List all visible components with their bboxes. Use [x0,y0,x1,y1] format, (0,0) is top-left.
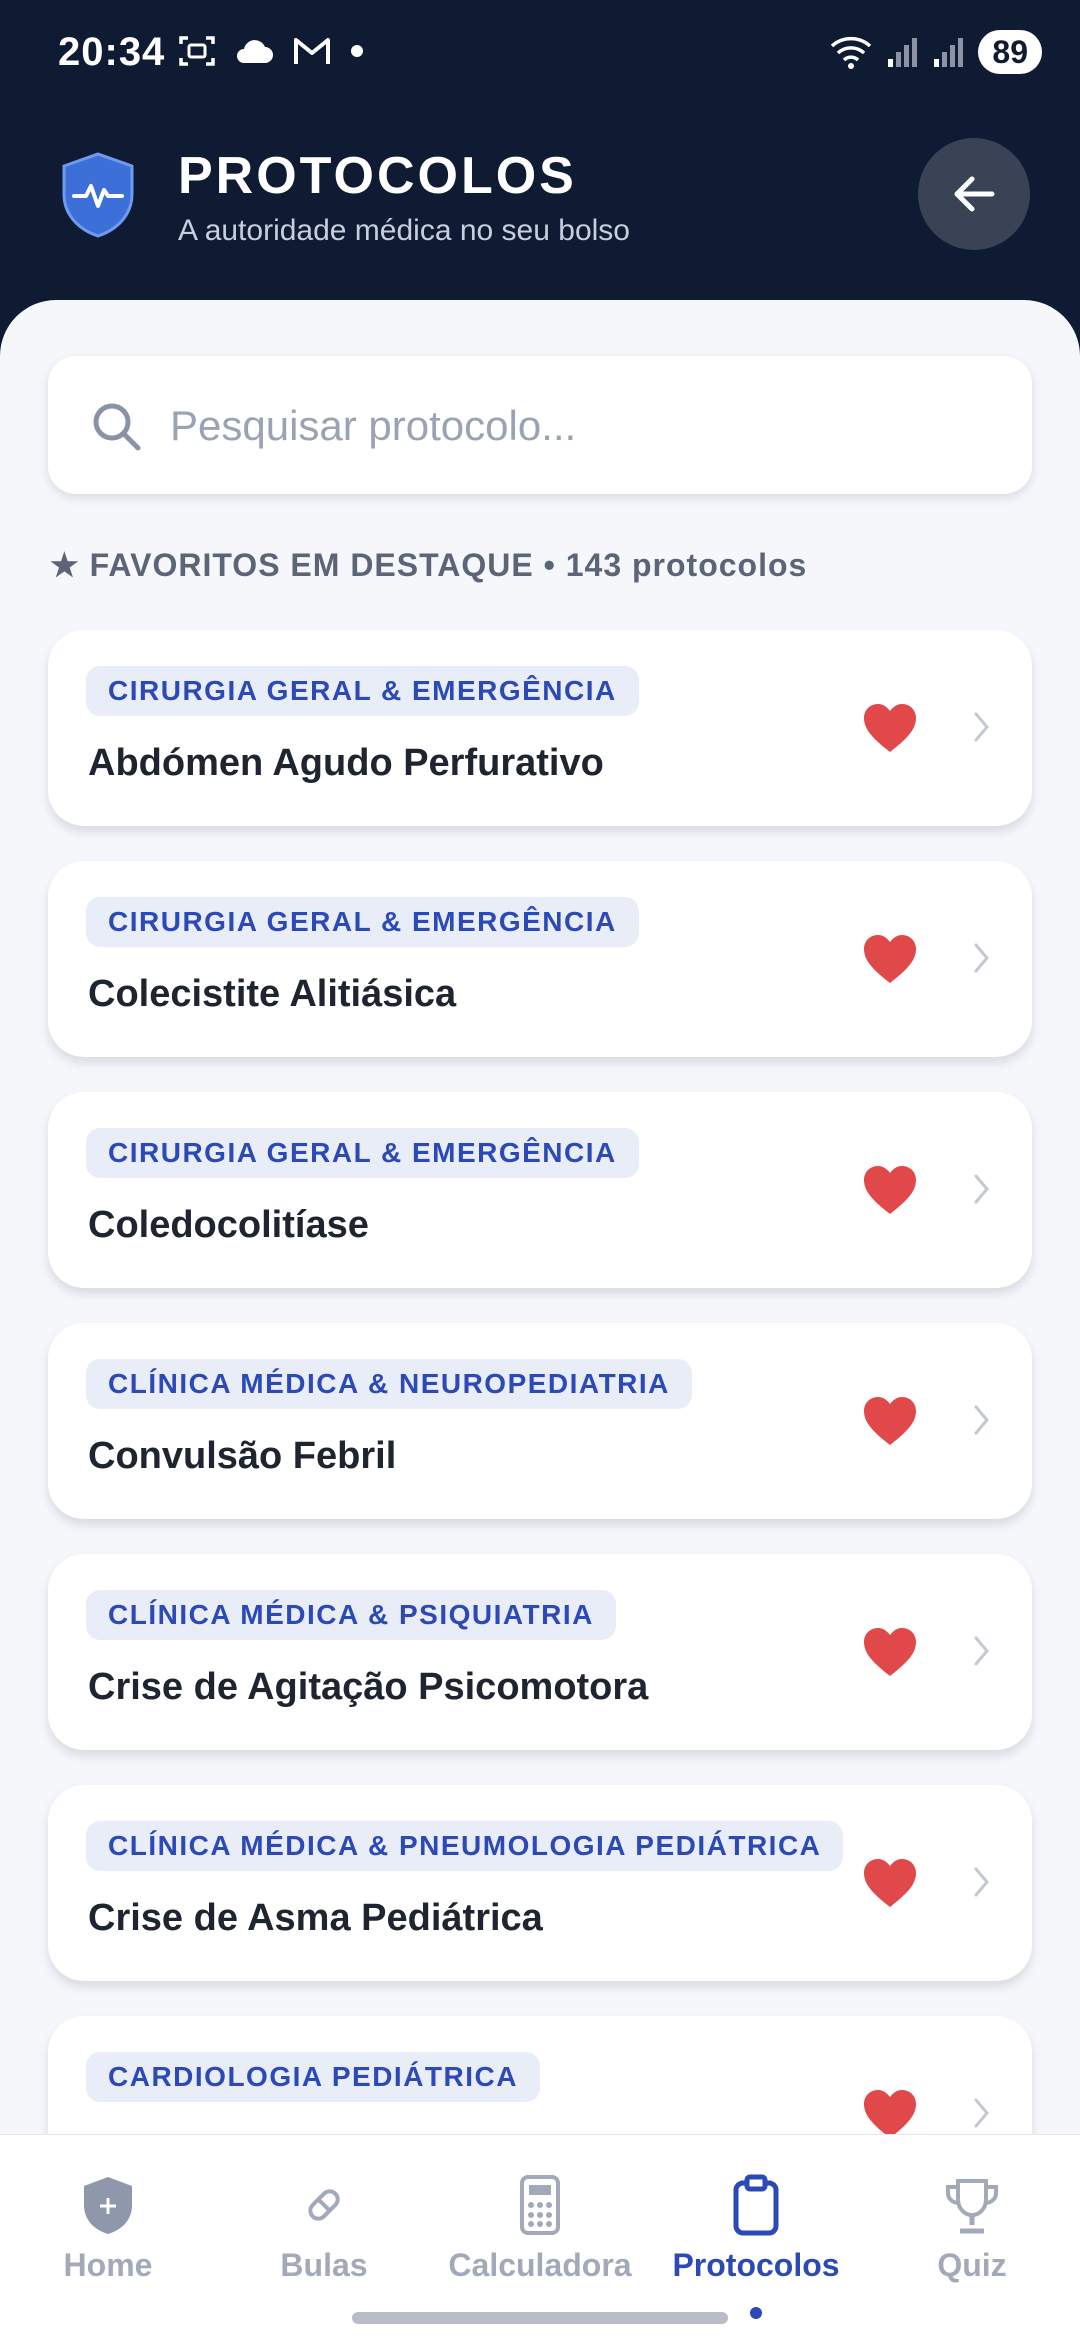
category-tag: CLÍNICA MÉDICA & PSIQUIATRIA [86,1590,616,1640]
search-icon [93,403,141,451]
category-tag: CLÍNICA MÉDICA & PNEUMOLOGIA PEDIÁTRICA [86,1821,844,1871]
category-tag: CIRURGIA GERAL & EMERGÊNCIA [86,1128,639,1178]
chevron-right-icon [974,712,989,742]
category-tag: CARDIOLOGIA PEDIÁTRICA [86,2052,540,2102]
protocol-card[interactable]: CLÍNICA MÉDICA & NEUROPEDIATRIA Convulsã… [48,1323,1032,1519]
protocol-title: Colecistite Alitiásica [88,973,457,1015]
search-input[interactable] [168,392,992,460]
chevron-right-icon [974,943,989,973]
chevron-right-icon [974,1174,989,1204]
protocol-card[interactable]: CIRURGIA GERAL & EMERGÊNCIA Colecistite … [48,861,1032,1057]
chevron-right-icon [974,1636,989,1666]
status-system-icons: 89 [828,30,1042,74]
nav-label: Protocolos [672,2247,840,2283]
cloud-icon [237,40,273,63]
page-title: PROTOCOLOS [178,147,577,205]
wifi-icon [831,36,872,69]
calculator-icon [520,2175,560,2235]
heart-icon[interactable] [862,1626,918,1678]
active-indicator [750,2307,762,2319]
nav-item-bulas[interactable]: Bulas [216,2135,432,2341]
app-header: PROTOCOLOS A autoridade médica no seu bo… [0,110,1080,310]
protocol-card[interactable]: CLÍNICA MÉDICA & PNEUMOLOGIA PEDIÁTRICA … [48,1785,1032,1981]
arrow-left-icon [954,176,995,212]
protocol-card[interactable]: CLÍNICA MÉDICA & PSIQUIATRIA Crise de Ag… [48,1554,1032,1750]
trophy-icon [946,2179,998,2234]
content-panel: ★ FAVORITOS EM DESTAQUE • 143 protocolos… [0,300,1080,2140]
protocol-card[interactable]: CIRURGIA GERAL & EMERGÊNCIA Coledocolití… [48,1092,1032,1288]
signal-icon [934,38,964,67]
heart-icon[interactable] [862,1857,918,1909]
clipboard-icon [733,2174,779,2236]
shield-heartbeat-icon [62,152,134,238]
dot-icon [351,45,363,57]
chevron-right-icon [974,2098,989,2128]
gmail-icon [294,38,330,64]
nav-item-protocolos[interactable]: Protocolos [648,2135,864,2341]
gesture-home-bar[interactable] [352,2312,728,2324]
category-tag: CIRURGIA GERAL & EMERGÊNCIA [86,666,639,716]
nav-item-calculadora[interactable]: Calculadora [432,2135,648,2341]
status-notification-icons [178,34,364,68]
nav-label: Bulas [280,2247,368,2283]
bottom-navigation: Home Bulas Calculadora Protocolos Quiz [0,2134,1080,2341]
status-time: 20:34 [58,30,166,74]
pill-icon [308,2189,340,2221]
protocol-card[interactable]: CIRURGIA GERAL & EMERGÊNCIA Abdómen Agud… [48,630,1032,826]
nav-label: Quiz [937,2247,1007,2283]
page-subtitle: A autoridade médica no seu bolso [178,214,630,247]
status-bar: 20:34 89 [0,0,1080,110]
search-bar[interactable] [48,356,1032,494]
chevron-right-icon [974,1867,989,1897]
protocol-title: Coledocolitíase [88,1204,369,1246]
protocol-card[interactable]: CARDIOLOGIA PEDIÁTRICA [48,2016,1032,2140]
nav-label: Home [63,2247,153,2283]
protocol-title: Crise de Agitação Psicomotora [88,1666,649,1708]
nav-item-home[interactable]: Home [0,2135,216,2341]
back-button[interactable] [918,138,1030,250]
protocol-title: Convulsão Febril [88,1435,397,1477]
nav-item-quiz[interactable]: Quiz [864,2135,1080,2341]
battery-indicator: 89 [978,30,1042,74]
signal-icon [888,38,918,67]
heart-icon[interactable] [862,702,918,754]
nav-label: Calculadora [448,2247,632,2283]
category-tag: CIRURGIA GERAL & EMERGÊNCIA [86,897,639,947]
heart-icon[interactable] [862,1164,918,1216]
heart-icon[interactable] [862,933,918,985]
protocol-list: CIRURGIA GERAL & EMERGÊNCIA Abdómen Agud… [48,630,1032,2140]
chevron-right-icon [974,1405,989,1435]
screenshot-icon [179,36,215,66]
section-label: ★ FAVORITOS EM DESTAQUE • 143 protocolos [50,547,808,583]
shield-icon [84,2177,132,2234]
category-tag: CLÍNICA MÉDICA & NEUROPEDIATRIA [86,1359,692,1409]
protocol-title: Abdómen Agudo Perfurativo [88,742,604,784]
protocol-title: Crise de Asma Pediátrica [88,1897,543,1939]
heart-icon[interactable] [862,1395,918,1447]
heart-icon[interactable] [862,2088,918,2140]
